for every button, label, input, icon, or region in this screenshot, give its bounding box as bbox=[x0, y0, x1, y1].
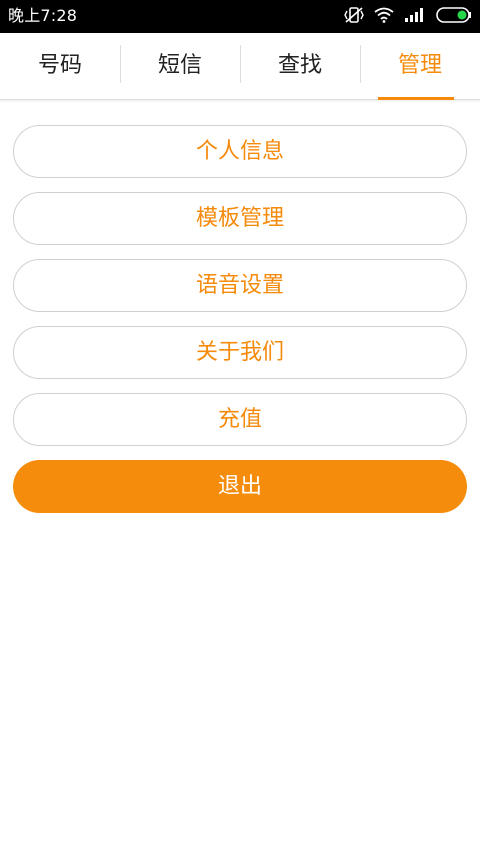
vibrate-off-icon bbox=[344, 6, 364, 28]
tab-manage[interactable]: 管理 bbox=[360, 33, 480, 100]
active-tab-indicator bbox=[378, 97, 454, 100]
recharge-label: 充值 bbox=[217, 407, 262, 432]
signal-icon bbox=[404, 7, 426, 27]
template-manage-button[interactable]: 模板管理 bbox=[13, 192, 467, 245]
tab-search[interactable]: 查找 bbox=[240, 33, 360, 99]
tab-manage-label: 管理 bbox=[397, 53, 442, 78]
tab-search-label: 查找 bbox=[277, 53, 322, 78]
tab-numbers[interactable]: 号码 bbox=[0, 33, 120, 99]
about-us-button[interactable]: 关于我们 bbox=[13, 326, 467, 379]
about-us-label: 关于我们 bbox=[195, 340, 284, 365]
tab-numbers-label: 号码 bbox=[37, 53, 82, 78]
voice-settings-button[interactable]: 语音设置 bbox=[13, 259, 467, 312]
status-bar: 晚上7:28 bbox=[0, 0, 480, 33]
logout-label: 退出 bbox=[217, 474, 262, 499]
personal-info-label: 个人信息 bbox=[195, 139, 284, 164]
manage-menu: 个人信息 模板管理 语音设置 关于我们 充值 退出 bbox=[13, 125, 467, 513]
voice-settings-label: 语音设置 bbox=[195, 273, 284, 298]
tab-sms[interactable]: 短信 bbox=[120, 33, 240, 99]
logout-button[interactable]: 退出 bbox=[13, 460, 467, 513]
battery-icon bbox=[436, 6, 472, 28]
tab-sms-label: 短信 bbox=[157, 53, 202, 78]
status-icons bbox=[344, 7, 472, 27]
recharge-button[interactable]: 充值 bbox=[13, 393, 467, 446]
wifi-icon bbox=[374, 7, 394, 27]
status-time: 晚上7:28 bbox=[8, 6, 78, 25]
tab-bar: 号码 短信 查找 管理 bbox=[0, 33, 480, 100]
personal-info-button[interactable]: 个人信息 bbox=[13, 125, 467, 178]
template-manage-label: 模板管理 bbox=[195, 206, 284, 231]
